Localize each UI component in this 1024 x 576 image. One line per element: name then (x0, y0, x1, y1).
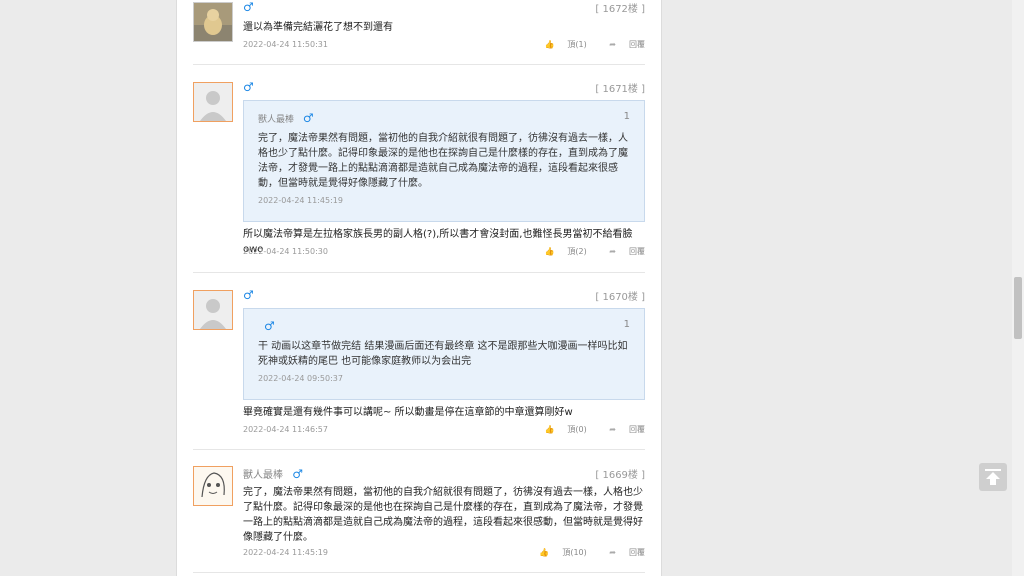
comment-header: ♂ [ 1672楼 ] (243, 0, 645, 16)
quote-time: 2022-04-24 11:45:19 (258, 196, 343, 205)
quote-header: ♂ (258, 319, 275, 333)
scrollbar-thumb[interactable] (1014, 277, 1022, 339)
avatar-default[interactable] (193, 82, 233, 122)
comment-time: 2022-04-24 11:45:19 (243, 548, 328, 557)
like-button[interactable]: 👍 頂(2) (534, 247, 586, 256)
comment-panel: ♂ [ 1672楼 ] 還以為準備完結灑花了想不到還有 2022-04-24 1… (176, 0, 662, 576)
avatar-dog[interactable] (193, 2, 233, 42)
floor-number: [ 1669楼 ] (595, 470, 645, 481)
male-symbol-icon: ♂ (243, 288, 254, 302)
floor-number: [ 1671楼 ] (595, 84, 645, 95)
comment-time: 2022-04-24 11:50:31 (243, 40, 328, 49)
comment-actions: 👍 頂(1) ➦ 回覆 (524, 39, 645, 50)
like-button[interactable]: 👍 頂(0) (534, 425, 586, 434)
reply-arrow-icon: ➦ (609, 425, 616, 434)
comment-text: 還以為準備完結灑花了想不到還有 (243, 22, 393, 33)
vertical-scrollbar[interactable] (1012, 0, 1024, 576)
comment-header: ♂ [ 1670楼 ] (243, 288, 645, 304)
thumbs-up-icon: 👍 (544, 247, 555, 256)
quote-time: 2022-04-24 09:50:37 (258, 374, 343, 383)
floor-number: [ 1670楼 ] (595, 292, 645, 303)
thumbs-up-icon: 👍 (539, 548, 550, 557)
comment-text: 畢竟確實是還有幾件事可以講呢~ 所以動畫是停在這章節的中章還算剛好w (243, 407, 573, 418)
avatar-drawing[interactable] (193, 466, 233, 506)
reply-arrow-icon: ➦ (609, 548, 616, 557)
reply-arrow-icon: ➦ (609, 40, 616, 49)
reply-arrow-icon: ➦ (609, 247, 616, 256)
quote-index: 1 (623, 319, 630, 330)
divider (193, 272, 645, 273)
thumbs-up-icon: 👍 (544, 425, 555, 434)
comment-text: 完了，魔法帝果然有問題，當初他的自我介紹就很有問題了，彷彿沒有過去一樣，人格也少… (243, 487, 643, 543)
comment-header: 獸人最棒 ♂ [ 1669楼 ] (243, 466, 645, 482)
male-symbol-icon: ♂ (302, 111, 314, 125)
divider (193, 64, 645, 65)
reply-button[interactable]: ➦ 回覆 (599, 425, 645, 434)
back-to-top-button[interactable] (979, 463, 1007, 491)
comment-header: ♂ [ 1671楼 ] (243, 80, 645, 96)
quoted-comment: 獸人最棒 ♂ 1 完了，魔法帝果然有問題，當初他的自我介紹就很有問題了，彷彿沒有… (243, 100, 645, 222)
male-symbol-icon: ♂ (264, 319, 275, 333)
back-to-top-icon (985, 469, 1001, 485)
thumbs-up-icon: 👍 (544, 40, 555, 49)
male-symbol-icon: ♂ (243, 80, 254, 94)
floor-number: [ 1672楼 ] (595, 4, 645, 15)
reply-button[interactable]: ➦ 回覆 (599, 548, 645, 557)
divider (193, 449, 645, 450)
comment-time: 2022-04-24 11:46:57 (243, 425, 328, 434)
male-symbol-icon: ♂ (292, 467, 303, 481)
reply-button[interactable]: ➦ 回覆 (599, 247, 645, 256)
quote-username[interactable]: 獸人最棒 (258, 115, 294, 125)
quote-text: 干 动画以这章节做完结 结果漫画后面还有最终章 这不是跟那些大咖漫画一样吗比如死… (258, 341, 628, 367)
username[interactable]: 獸人最棒 (243, 470, 283, 481)
like-button[interactable]: 👍 頂(10) (529, 548, 586, 557)
quoted-comment: ♂ 1 干 动画以这章节做完结 结果漫画后面还有最终章 这不是跟那些大咖漫画一样… (243, 308, 645, 400)
reply-button[interactable]: ➦ 回覆 (599, 40, 645, 49)
comment-actions: 👍 頂(2) ➦ 回覆 (524, 246, 645, 257)
like-button[interactable]: 👍 頂(1) (534, 40, 586, 49)
quote-text: 完了，魔法帝果然有問題，當初他的自我介紹就很有問題了，彷彿沒有過去一樣，人格也少… (258, 133, 628, 189)
male-symbol-icon: ♂ (243, 0, 254, 14)
quote-index: 1 (623, 111, 630, 122)
divider (193, 572, 645, 573)
comment-actions: 👍 頂(10) ➦ 回覆 (519, 547, 645, 558)
avatar-default[interactable] (193, 290, 233, 330)
comment-actions: 👍 頂(0) ➦ 回覆 (524, 424, 645, 435)
quote-header: 獸人最棒 ♂ (258, 111, 314, 125)
comment-time: 2022-04-24 11:50:30 (243, 247, 328, 256)
